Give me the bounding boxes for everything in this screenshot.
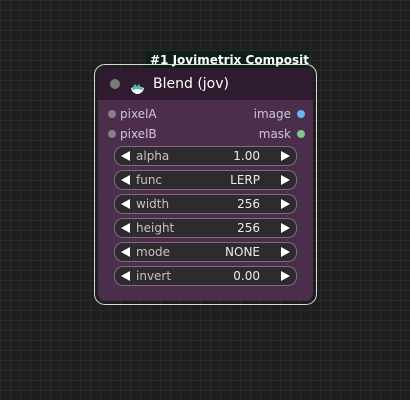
blend-node[interactable]: Blend (jov) pixelA image pixelB mask alp… xyxy=(98,68,313,301)
increment-arrow-icon[interactable] xyxy=(281,247,290,257)
widget-invert[interactable]: invert 0.00 xyxy=(114,266,297,286)
increment-arrow-icon[interactable] xyxy=(281,271,290,281)
input-pixelB-label: pixelB xyxy=(120,127,157,141)
widget-width-label: width xyxy=(136,197,170,211)
widget-invert-value[interactable]: 0.00 xyxy=(233,267,260,285)
decrement-arrow-icon[interactable] xyxy=(121,223,130,233)
widget-mode-value[interactable]: NONE xyxy=(225,243,260,261)
widget-alpha[interactable]: alpha 1.00 xyxy=(114,146,297,166)
output-image-label: image xyxy=(253,107,291,121)
increment-arrow-icon[interactable] xyxy=(281,223,290,233)
input-pixelB-connector-icon[interactable] xyxy=(108,130,116,138)
node-title: Blend (jov) xyxy=(153,76,229,92)
widget-mode[interactable]: mode NONE xyxy=(114,242,297,262)
decrement-arrow-icon[interactable] xyxy=(121,247,130,257)
decrement-arrow-icon[interactable] xyxy=(121,151,130,161)
output-mask-label: mask xyxy=(258,127,291,141)
widget-func-label: func xyxy=(136,173,163,187)
node-header[interactable]: Blend (jov) xyxy=(98,68,313,100)
widget-height-value[interactable]: 256 xyxy=(237,219,260,237)
widget-func[interactable]: func LERP xyxy=(114,170,297,190)
widget-invert-label: invert xyxy=(136,269,172,283)
slot-row-pixelA: pixelA image xyxy=(98,106,313,122)
slot-row-pixelB: pixelB mask xyxy=(98,126,313,142)
increment-arrow-icon[interactable] xyxy=(281,151,290,161)
widget-width-value[interactable]: 256 xyxy=(237,195,260,213)
output-image-connector-icon[interactable] xyxy=(297,110,305,118)
widget-mode-label: mode xyxy=(136,245,171,259)
input-pixelA-label: pixelA xyxy=(120,107,157,121)
widget-width[interactable]: width 256 xyxy=(114,194,297,214)
output-mask-connector-icon[interactable] xyxy=(297,130,305,138)
increment-arrow-icon[interactable] xyxy=(281,175,290,185)
widget-alpha-label: alpha xyxy=(136,149,170,163)
collapse-toggle-icon[interactable] xyxy=(110,79,120,89)
decrement-arrow-icon[interactable] xyxy=(121,271,130,281)
decrement-arrow-icon[interactable] xyxy=(121,199,130,209)
decrement-arrow-icon[interactable] xyxy=(121,175,130,185)
widget-height[interactable]: height 256 xyxy=(114,218,297,238)
color-bowl-icon xyxy=(130,77,145,94)
widget-height-label: height xyxy=(136,221,175,235)
increment-arrow-icon[interactable] xyxy=(281,199,290,209)
widget-func-value[interactable]: LERP xyxy=(230,171,260,189)
widget-alpha-value[interactable]: 1.00 xyxy=(233,147,260,165)
input-pixelA-connector-icon[interactable] xyxy=(108,110,116,118)
